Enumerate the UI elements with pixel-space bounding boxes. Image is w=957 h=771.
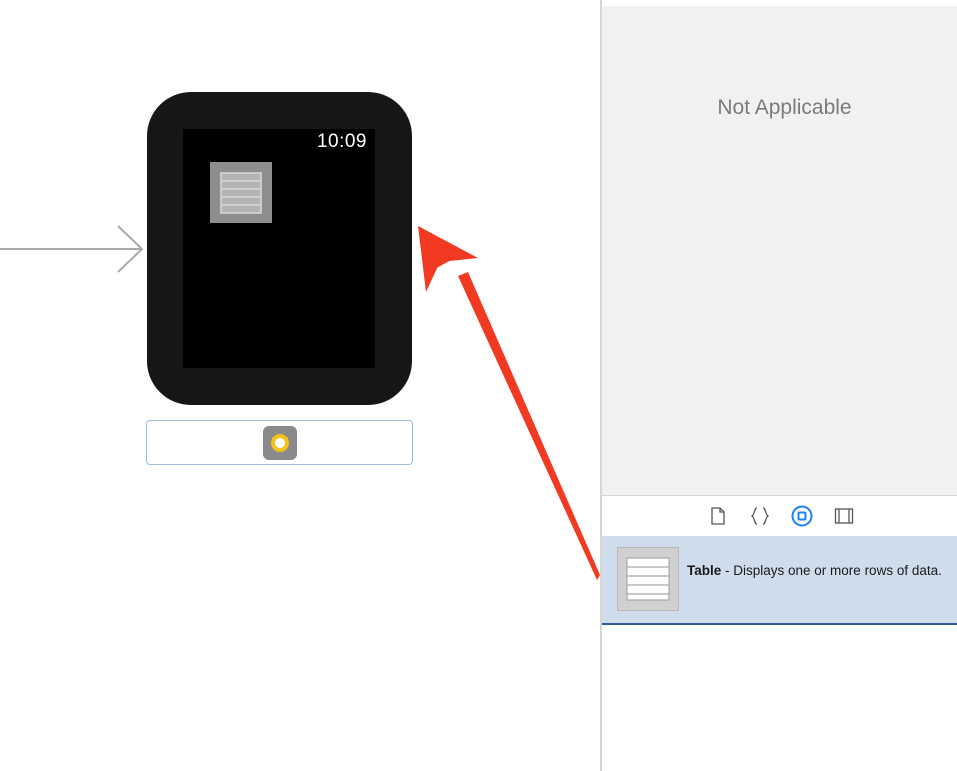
library-item-table[interactable]: Table - Displays one or more rows of dat… (602, 536, 957, 625)
watch-screen[interactable]: 10:09 (183, 129, 375, 368)
media-library-icon[interactable] (833, 505, 855, 527)
library-item-name: Table (687, 563, 722, 578)
library-item-description: Table - Displays one or more rows of dat… (687, 562, 955, 580)
entry-point-arrow (0, 225, 144, 273)
table-placeholder[interactable] (210, 162, 272, 223)
controller-ring-icon (270, 433, 289, 452)
library-selector-bar (602, 495, 957, 536)
inspector-panel: Not Applicable (602, 6, 957, 495)
library-item-detail: - Displays one or more rows of data. (721, 563, 942, 578)
scene-dock[interactable] (146, 420, 413, 465)
utilities-pane: Not Applicable Table - Displays one or m… (600, 0, 957, 771)
storyboard-canvas[interactable]: 10:09 (0, 0, 600, 771)
code-snippet-icon[interactable] (749, 505, 771, 527)
table-icon (220, 171, 262, 214)
table-thumbnail-icon (617, 547, 679, 611)
watch-time: 10:09 (316, 131, 367, 152)
not-applicable-label: Not Applicable (717, 96, 852, 119)
file-template-icon[interactable] (707, 505, 729, 527)
watch-interface-controller[interactable]: 10:09 (147, 92, 412, 405)
interface-controller-icon[interactable] (262, 425, 297, 460)
object-library-icon[interactable] (791, 505, 813, 527)
